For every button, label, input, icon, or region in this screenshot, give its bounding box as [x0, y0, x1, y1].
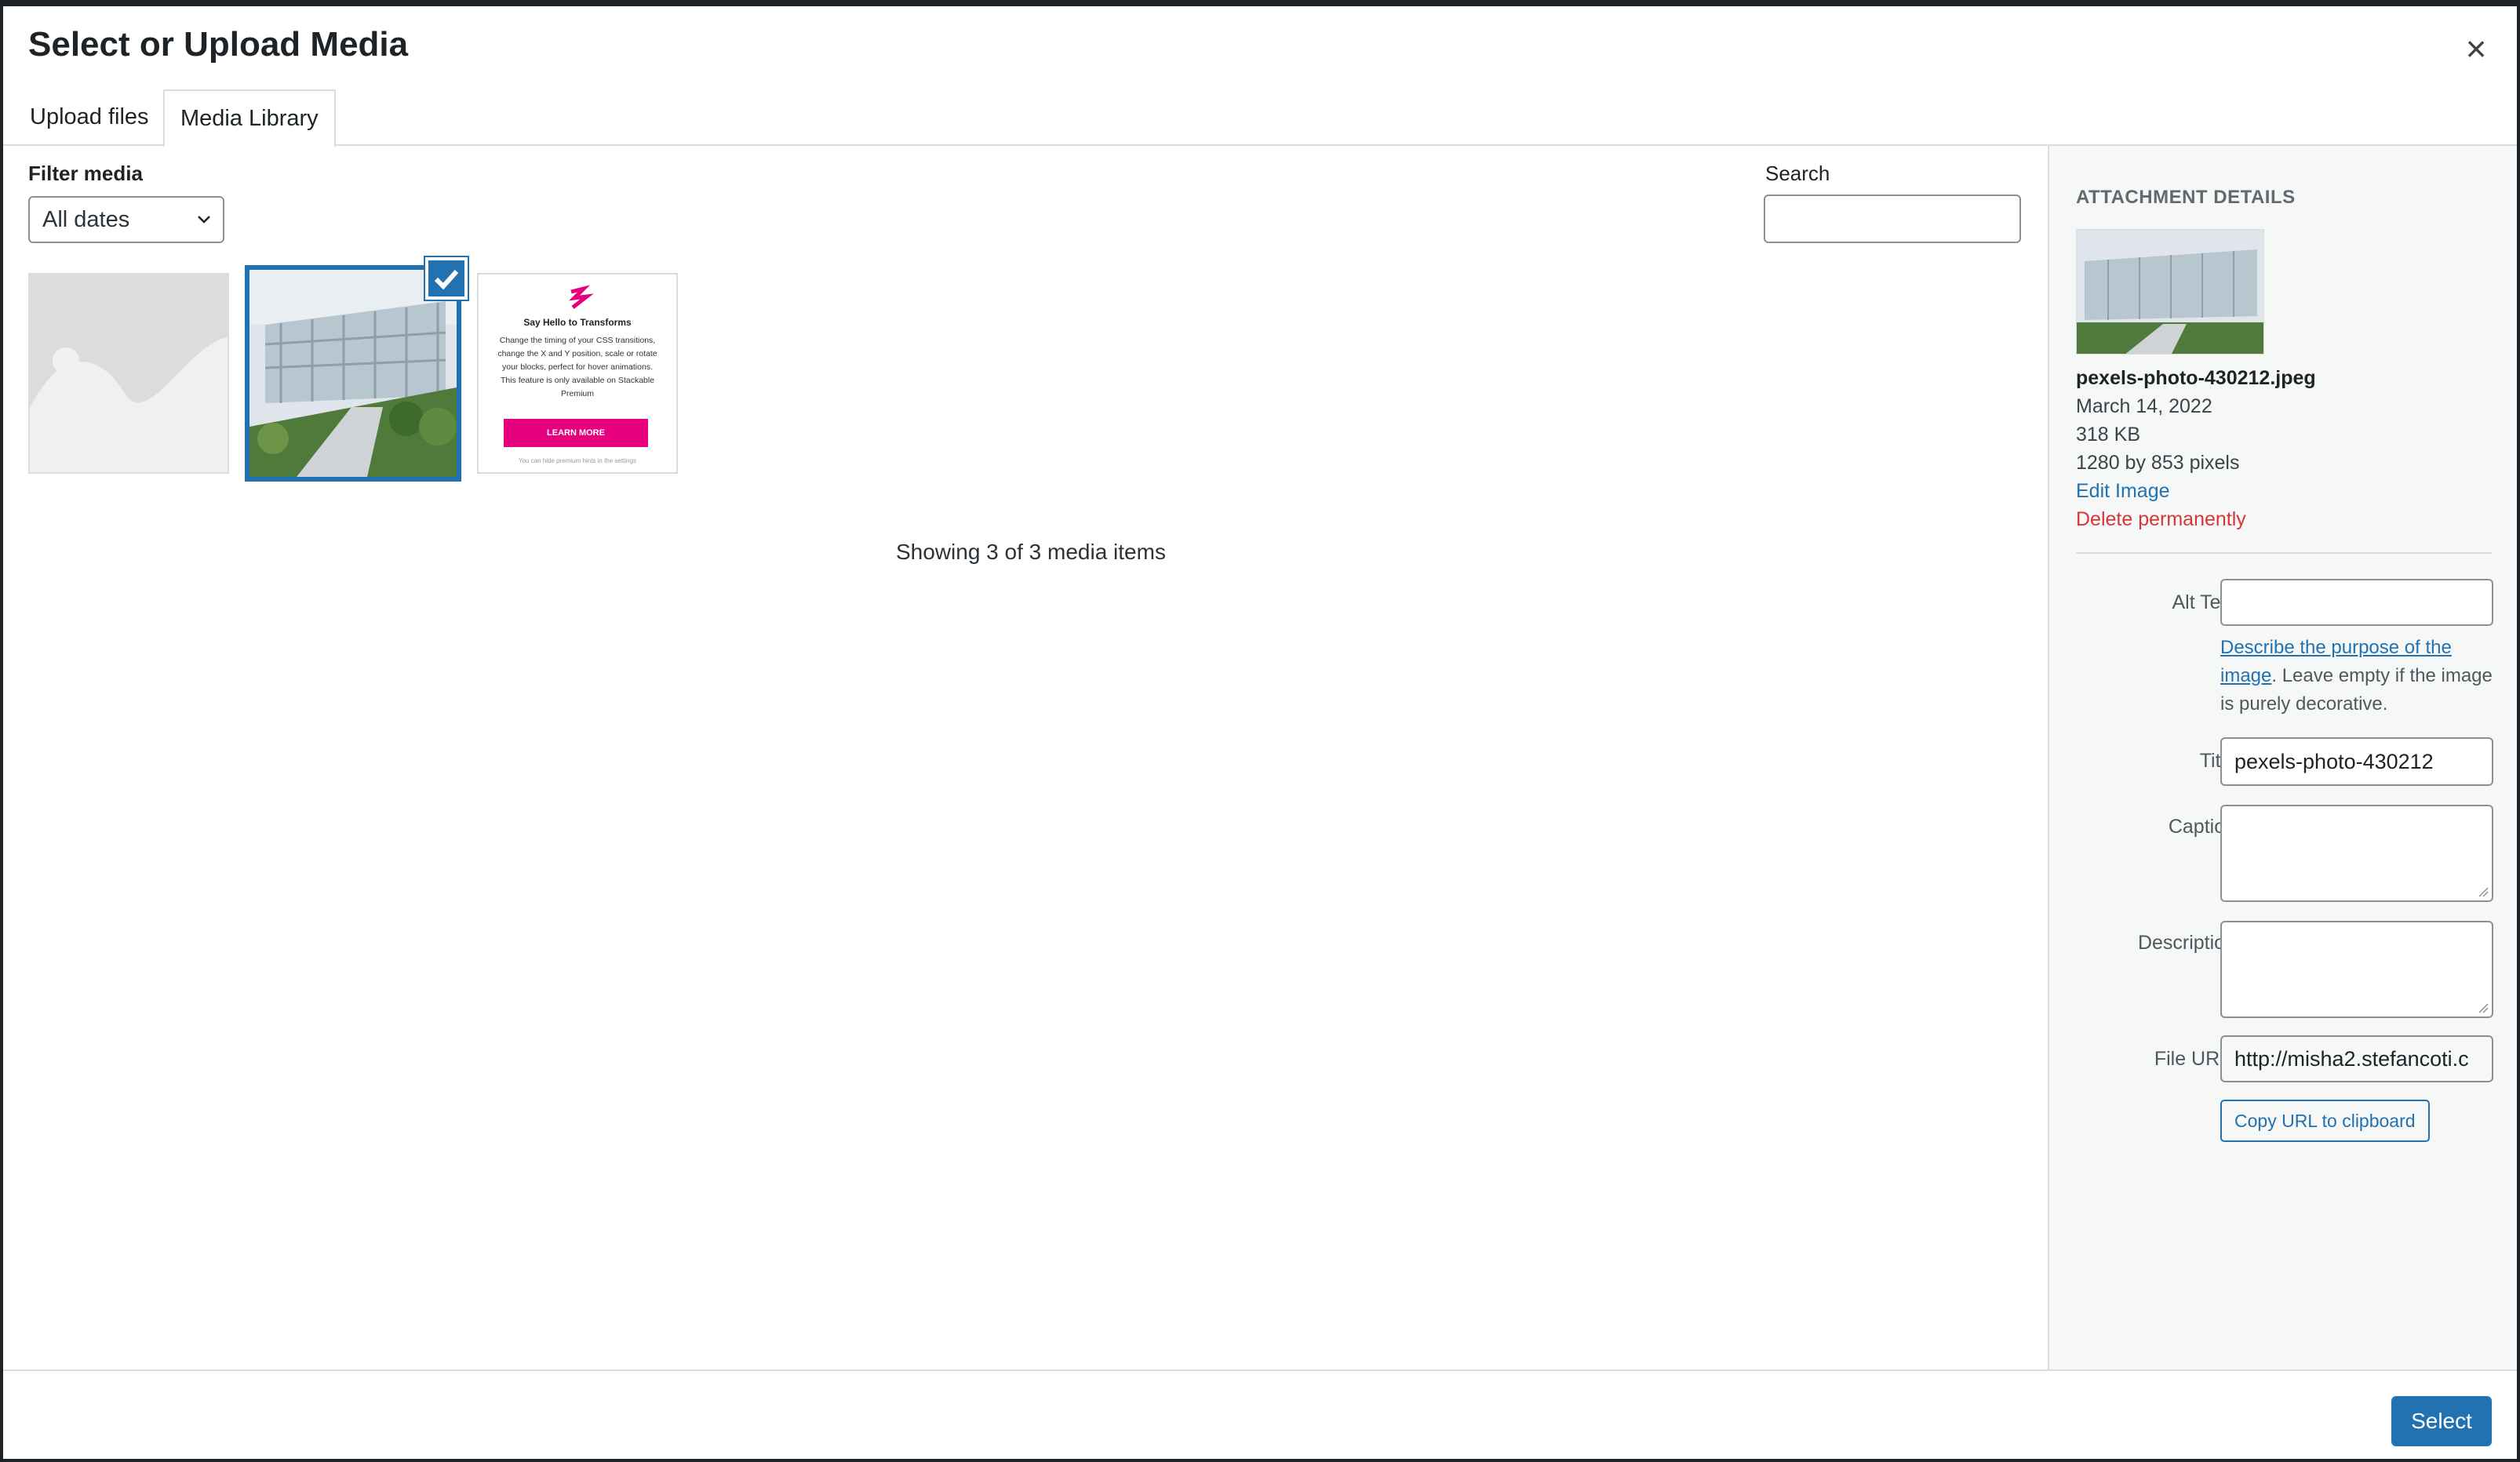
modal-tabs: Upload files Media Library: [3, 85, 2517, 147]
search-input[interactable]: [1764, 195, 2021, 243]
tab-media-library[interactable]: Media Library: [163, 89, 336, 147]
file-url-field[interactable]: http://misha2.stefancoti.c: [2220, 1035, 2493, 1082]
admin-bar-strip: [0, 0, 2520, 6]
title-field[interactable]: pexels-photo-430212: [2220, 737, 2493, 786]
caption-label: Caption: [2168, 816, 2236, 838]
attachment-details-heading: ATTACHMENT DETAILS: [2076, 187, 2296, 208]
alt-text-field[interactable]: [2220, 579, 2493, 626]
description-label: Description: [2137, 932, 2236, 954]
alt-text-label: Alt Text: [2172, 591, 2236, 613]
file-url-label: File URL:: [2154, 1048, 2236, 1070]
attachment-size: 318 KB: [2076, 424, 2141, 446]
attachment-date: March 14, 2022: [2076, 395, 2212, 417]
media-item-placeholder[interactable]: [28, 273, 229, 474]
resize-handle-icon[interactable]: [2478, 886, 2489, 897]
image-placeholder-icon: [30, 275, 228, 472]
description-field[interactable]: [2220, 921, 2493, 1018]
glass-building-photo: [249, 270, 457, 477]
promo-heading: Say Hello to Transforms: [523, 317, 632, 328]
modal-footer: Select: [3, 1369, 2517, 1459]
close-icon[interactable]: ×: [2457, 30, 2495, 67]
date-filter-select[interactable]: All dates: [28, 196, 224, 243]
media-browser: Filter media All dates Search Say Hello …: [3, 146, 2048, 1369]
select-button[interactable]: Select: [2391, 1396, 2492, 1446]
promo-body: Change the timing of your CSS transition…: [497, 336, 657, 398]
attachment-dimensions: 1280 by 853 pixels: [2076, 452, 2240, 474]
search-label: Search: [1765, 162, 1830, 185]
promo-button: LEARN MORE: [504, 419, 648, 447]
modal-title: Select or Upload Media: [28, 25, 409, 64]
chevron-down-icon: [198, 216, 210, 224]
resize-handle-icon[interactable]: [2478, 1002, 2489, 1013]
alt-text-help: Describe the purpose of the image. Leave…: [2220, 634, 2495, 718]
filter-media-label: Filter media: [28, 162, 143, 185]
selected-check-icon[interactable]: [425, 257, 468, 300]
edit-image-link[interactable]: Edit Image: [2076, 480, 2170, 503]
attachment-details-sidebar: ATTACHMENT DETAILS pexels-photo-430212.j…: [2048, 146, 2517, 1369]
tab-upload-files[interactable]: Upload files: [14, 89, 165, 147]
attachment-thumbnail: [2076, 229, 2264, 355]
media-modal: Select or Upload Media × Upload files Me…: [3, 6, 2517, 1459]
attachment-filename: pexels-photo-430212.jpeg: [2076, 367, 2316, 389]
caption-field[interactable]: [2220, 805, 2493, 902]
date-filter-value: All dates: [42, 207, 130, 232]
media-count-text: Showing 3 of 3 media items: [896, 540, 1166, 564]
media-item-promo[interactable]: Say Hello to Transforms Change the timin…: [477, 273, 678, 474]
delete-permanently-link[interactable]: Delete permanently: [2076, 508, 2246, 531]
details-divider: [2076, 552, 2492, 554]
title-label: Title: [2199, 750, 2236, 772]
copy-url-button[interactable]: Copy URL to clipboard: [2220, 1100, 2430, 1142]
promo-footnote: You can hide premium hints in the settin…: [518, 457, 636, 464]
